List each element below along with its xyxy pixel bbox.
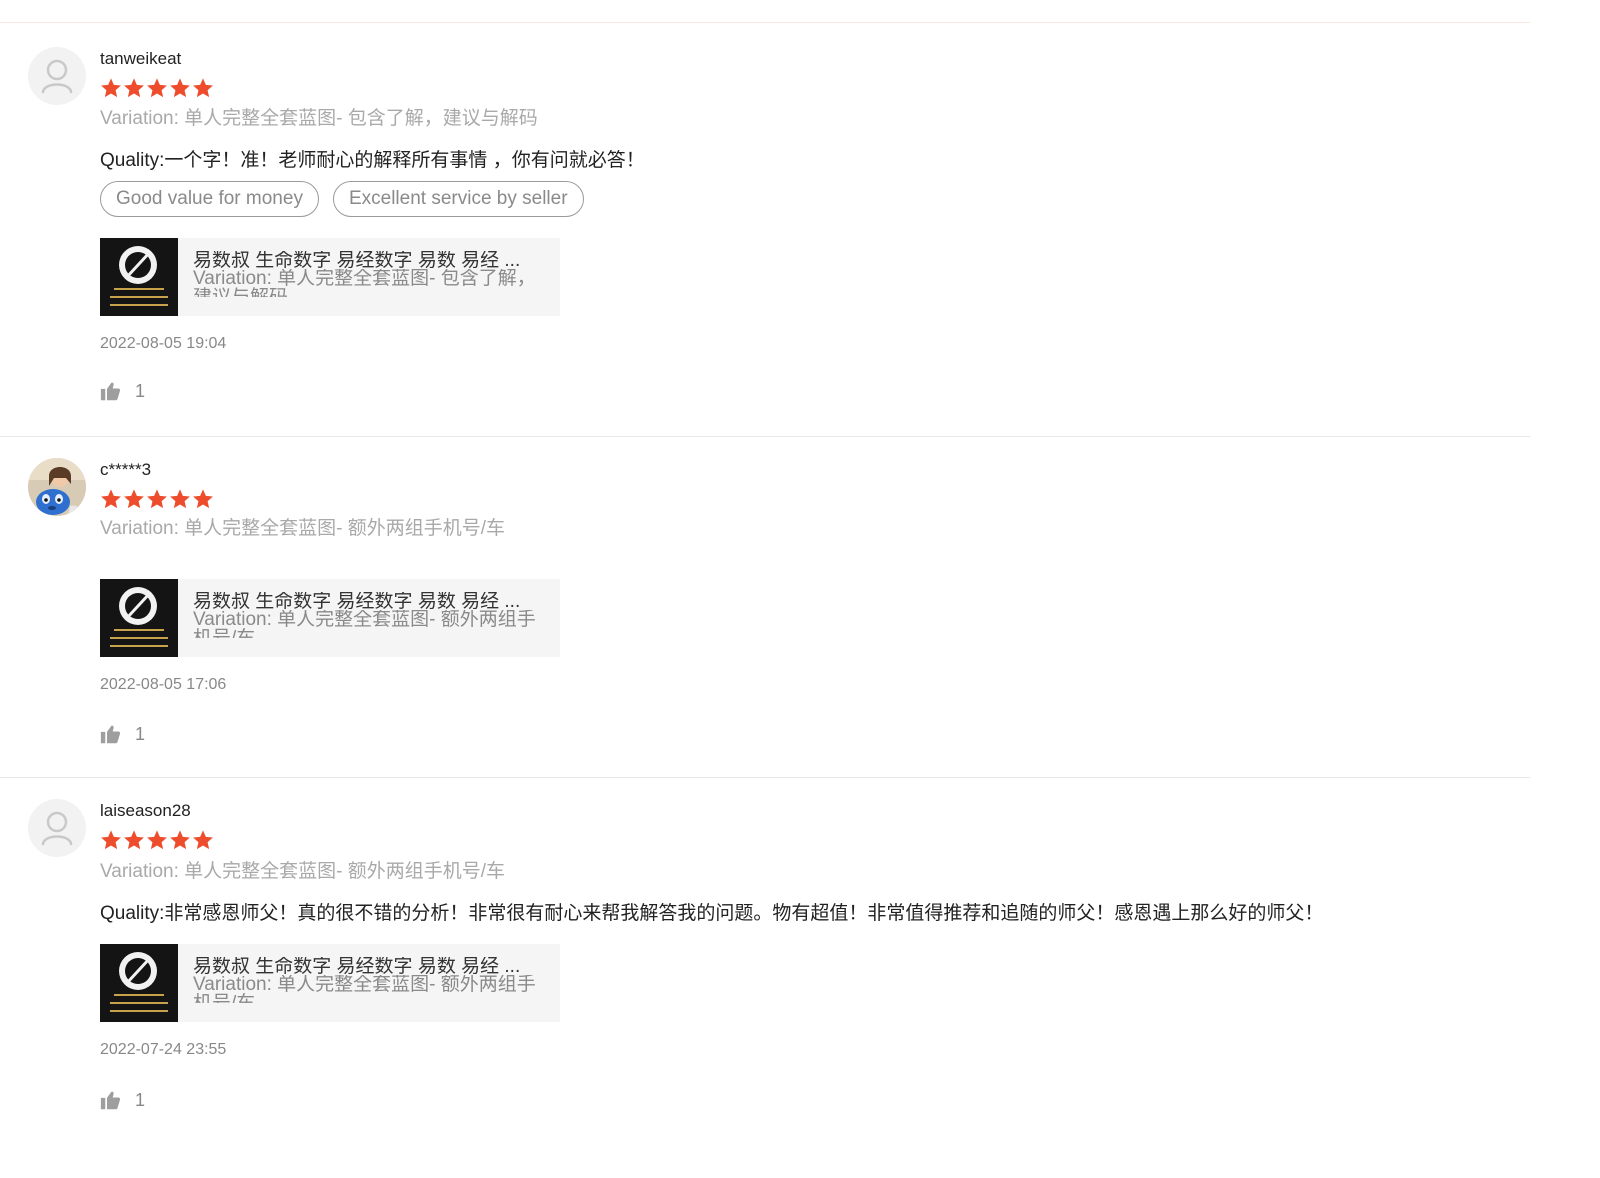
- star-rating: [100, 488, 214, 510]
- review-item: c*****3 Variation: 单人完整全套蓝图- 额外两组手机号/车 易…: [0, 458, 1530, 778]
- product-variation: Variation: 单人完整全套蓝图- 额外两组手机号/车: [193, 610, 536, 638]
- review-comment: Quality:非常感恩师父！真的很不错的分析！非常很有耐心来帮我解答我的问题。…: [100, 903, 1324, 924]
- product-variation: Variation: 单人完整全套蓝图- 额外两组手机号/车: [193, 975, 536, 1003]
- like-button[interactable]: 1: [100, 1090, 145, 1111]
- section-top-divider: [0, 22, 1530, 23]
- review-username[interactable]: c*****3: [100, 460, 151, 480]
- review-username[interactable]: laiseason28: [100, 801, 191, 821]
- star-icon: [101, 489, 121, 509]
- star-icon: [193, 78, 213, 98]
- product-thumbnail: [100, 238, 178, 316]
- product-name[interactable]: 易数叔 生命数字 易经数字 易数 易经 ...: [193, 592, 538, 611]
- review-variation: Variation: 单人完整全套蓝图- 额外两组手机号/车: [100, 518, 506, 539]
- product-name[interactable]: 易数叔 生命数字 易经数字 易数 易经 ...: [193, 251, 538, 270]
- review-variation: Variation: 单人完整全套蓝图- 包含了解，建议与解码: [100, 108, 538, 129]
- star-icon: [124, 78, 144, 98]
- thumbs-up-icon[interactable]: [100, 724, 121, 745]
- star-icon: [170, 489, 190, 509]
- star-icon: [124, 489, 144, 509]
- product-card[interactable]: 易数叔 生命数字 易经数字 易数 易经 ... Variation: 单人完整全…: [100, 579, 560, 657]
- product-name[interactable]: 易数叔 生命数字 易经数字 易数 易经 ...: [193, 957, 538, 976]
- star-icon: [193, 489, 213, 509]
- review-username[interactable]: tanweikeat: [100, 49, 181, 69]
- like-count: 1: [135, 381, 146, 401]
- like-button[interactable]: 1: [100, 724, 145, 745]
- review-date: 2022-07-24 23:55: [100, 1041, 227, 1058]
- review-comment: Quality:一个字！准！老师耐心的解释所有事情 ，你有问就必答！: [100, 150, 645, 171]
- star-rating: [100, 829, 214, 851]
- review-date: 2022-08-05 17:06: [100, 676, 227, 693]
- star-icon: [147, 78, 167, 98]
- like-count: 1: [135, 1090, 146, 1110]
- default-user-icon[interactable]: [28, 799, 86, 857]
- user-photo[interactable]: [28, 458, 86, 516]
- like-count: 1: [135, 724, 146, 744]
- star-icon: [124, 830, 144, 850]
- star-icon: [101, 78, 121, 98]
- review-item: tanweikeat Variation: 单人完整全套蓝图- 包含了解，建议与…: [0, 47, 1530, 437]
- review-tag: Good value for money: [100, 181, 319, 217]
- star-icon: [193, 830, 213, 850]
- star-icon: [170, 78, 190, 98]
- product-card[interactable]: 易数叔 生命数字 易经数字 易数 易经 ... Variation: 单人完整全…: [100, 238, 560, 316]
- star-icon: [101, 830, 121, 850]
- star-icon: [147, 489, 167, 509]
- product-thumbnail: [100, 944, 178, 1022]
- star-rating: [100, 77, 214, 99]
- review-tags: Good value for money Excellent service b…: [100, 181, 584, 217]
- thumbs-up-icon[interactable]: [100, 1090, 121, 1111]
- review-date: 2022-08-05 19:04: [100, 335, 227, 352]
- star-icon: [170, 830, 190, 850]
- review-item: laiseason28 Variation: 单人完整全套蓝图- 额外两组手机号…: [0, 799, 1530, 1159]
- product-thumbnail: [100, 579, 178, 657]
- product-card[interactable]: 易数叔 生命数字 易经数字 易数 易经 ... Variation: 单人完整全…: [100, 944, 560, 1022]
- review-tag: Excellent service by seller: [332, 181, 584, 217]
- like-button[interactable]: 1: [100, 381, 145, 402]
- review-variation: Variation: 单人完整全套蓝图- 额外两组手机号/车: [100, 861, 506, 882]
- thumbs-up-icon[interactable]: [100, 381, 121, 402]
- product-variation: Variation: 单人完整全套蓝图- 包含了解，建议与解码: [193, 269, 536, 297]
- star-icon: [147, 830, 167, 850]
- default-user-icon[interactable]: [28, 47, 86, 105]
